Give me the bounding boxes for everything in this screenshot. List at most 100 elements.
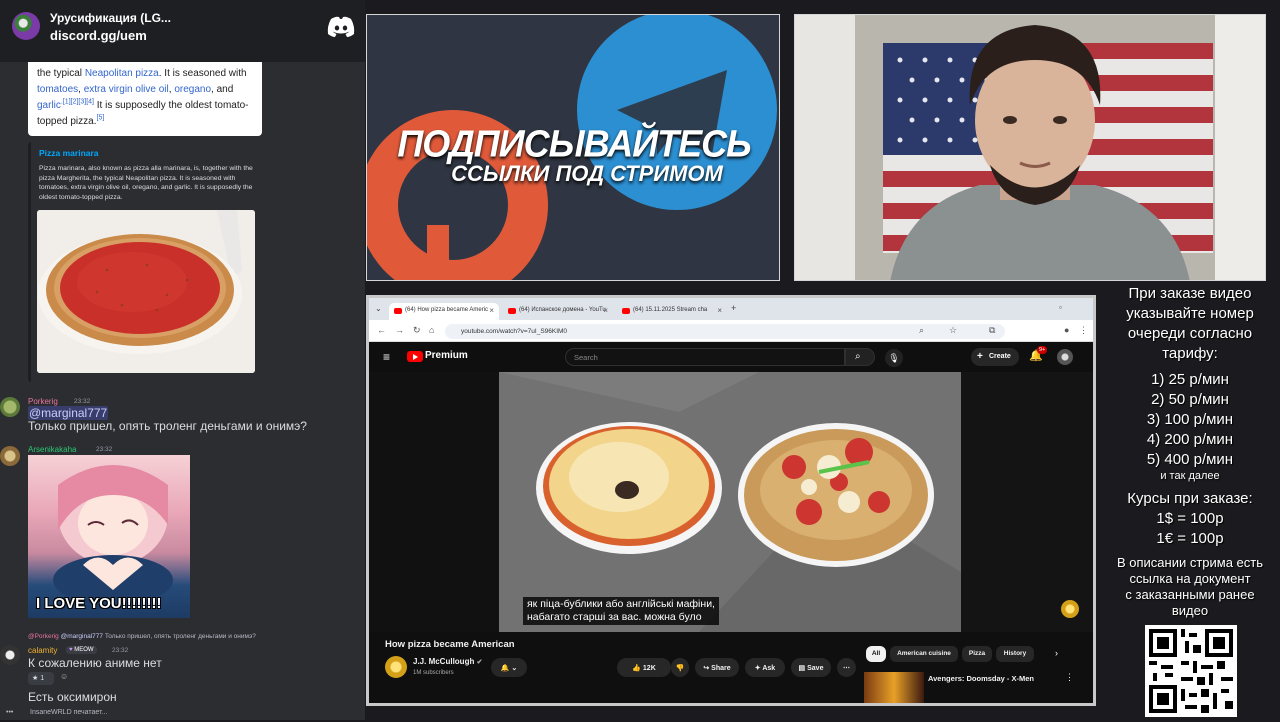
- video-title: How pizza became American: [385, 639, 515, 650]
- pizza-marinara-image[interactable]: [37, 210, 255, 373]
- zoom-icon[interactable]: ⌕: [919, 325, 924, 336]
- youtube-favicon-icon: [622, 308, 630, 314]
- video-player[interactable]: як піца-бублики або англійські мафіни, н…: [499, 372, 961, 632]
- chevron-right-icon[interactable]: ›: [1055, 648, 1058, 658]
- message-time: 23:32: [74, 398, 91, 405]
- server-invite-link[interactable]: discord.gg/uem: [50, 28, 147, 43]
- hamburger-menu-icon[interactable]: ≡: [383, 350, 390, 364]
- plus-icon: +: [977, 351, 983, 362]
- user-tag: ♥ MEOW: [66, 646, 97, 654]
- username[interactable]: calamity: [28, 646, 57, 655]
- reaction[interactable]: ★ 1: [28, 672, 54, 685]
- tab-list-icon[interactable]: ⌄: [375, 304, 382, 313]
- bell-icon: 🔔: [500, 665, 510, 672]
- reply-preview[interactable]: @Porkerig @marginal777 Только пришел, оп…: [28, 633, 256, 640]
- description-note: видео: [1171, 603, 1209, 618]
- profile-icon[interactable]: ●: [1064, 325, 1069, 335]
- wiki-link-garlic[interactable]: garlic: [37, 100, 61, 111]
- promo-subtitle: ССЫЛКИ ПОД СТРИМОМ: [451, 161, 723, 186]
- new-tab-icon[interactable]: +: [731, 303, 736, 313]
- share-button[interactable]: ↪ Share: [695, 658, 739, 677]
- more-actions-button[interactable]: ⋯: [837, 658, 856, 677]
- recommended-video-title[interactable]: Avengers: Doomsday - X-Men: [928, 674, 1034, 683]
- account-avatar[interactable]: [1057, 349, 1073, 365]
- dislike-button[interactable]: 👎: [671, 658, 689, 677]
- server-header[interactable]: Урусификация (LG... discord.gg/uem: [0, 0, 365, 62]
- user-avatar[interactable]: [0, 645, 20, 665]
- sparkle-icon: ✦: [754, 665, 761, 672]
- minimize-icon[interactable]: ▫: [1059, 303, 1062, 312]
- wiki-link-neapolitan[interactable]: Neapolitan pizza: [85, 68, 159, 79]
- close-tab-icon[interactable]: ×: [717, 306, 722, 315]
- chip-all[interactable]: All: [866, 646, 886, 662]
- chip-pizza[interactable]: Pizza: [962, 646, 992, 662]
- channel-name[interactable]: J.J. McCullough ✔: [413, 657, 482, 666]
- rates-title: Курсы при заказе:: [1127, 490, 1253, 507]
- discord-logo-icon: [327, 16, 355, 37]
- forward-icon[interactable]: →: [395, 325, 404, 335]
- home-icon[interactable]: ⌂: [429, 325, 434, 335]
- tab-stream-chat[interactable]: (64) 15.11.2025 Stream cha ×: [617, 303, 727, 320]
- search-input[interactable]: Search: [565, 348, 845, 366]
- channel-avatar[interactable]: [385, 656, 407, 678]
- back-icon[interactable]: ←: [377, 325, 386, 335]
- add-reaction-icon[interactable]: ☺: [60, 672, 74, 685]
- wiki-link-olive-oil[interactable]: extra virgin olive oil: [84, 84, 169, 95]
- description-note: ссылка на документ: [1129, 571, 1251, 586]
- youtube-premium-logo[interactable]: Premium: [425, 350, 468, 361]
- tariff-line: 2) 50 р/мин: [1151, 391, 1229, 408]
- youtube-favicon-icon: [508, 308, 516, 314]
- rate-line: 1$ = 100р: [1156, 510, 1224, 527]
- create-button[interactable]: + Create: [971, 348, 1019, 366]
- link-embed: Pizza marinara Pizza marinara, also know…: [28, 142, 262, 382]
- like-button[interactable]: 👍 12K: [617, 658, 671, 677]
- subscriber-count: 1M subscribers: [413, 670, 454, 676]
- info-intro-line: тарифу:: [1162, 345, 1218, 362]
- save-button[interactable]: ▤ Save: [791, 658, 831, 677]
- info-intro-line: При заказе видео: [1128, 285, 1252, 302]
- bookmark-star-icon[interactable]: ☆: [949, 325, 957, 336]
- message-time: 23:32: [112, 647, 129, 654]
- tab-second-video[interactable]: (64) Испанское домена - YouTu ×: [503, 303, 613, 320]
- description-note: с заказанными ранее: [1125, 587, 1255, 602]
- player-letterbox-right: [961, 372, 1093, 632]
- anime-gif[interactable]: I LOVE YOU!!!!!!!!: [28, 455, 190, 618]
- reload-icon[interactable]: ↻: [413, 325, 421, 336]
- wiki-link-oregano[interactable]: oregano: [174, 84, 211, 95]
- username[interactable]: Arsenikakaha: [28, 445, 76, 454]
- emoji-icon: ★: [32, 675, 39, 682]
- typing-indicator: InsaneWRLD печатает...: [30, 709, 108, 716]
- tariff-line: 3) 100 р/мин: [1146, 411, 1234, 428]
- tab-pizza-video[interactable]: (64) How pizza became Americ ×: [389, 303, 499, 320]
- user-avatar[interactable]: [0, 397, 20, 417]
- close-tab-icon[interactable]: ×: [603, 306, 608, 315]
- recommended-video-thumbnail[interactable]: [864, 672, 924, 703]
- menu-icon[interactable]: ⋮: [1079, 325, 1088, 336]
- chip-history[interactable]: History: [996, 646, 1034, 662]
- notification-badge: 9+: [1037, 346, 1048, 354]
- info-intro-line: очереди согласно: [1127, 325, 1253, 342]
- embed-title[interactable]: Pizza marinara: [39, 148, 99, 158]
- save-icon: ▤: [798, 665, 806, 672]
- tariff-line: 4) 200 р/мин: [1146, 431, 1234, 448]
- channel-watermark-icon[interactable]: [1061, 600, 1079, 618]
- more-vertical-icon[interactable]: ⋮: [1065, 672, 1074, 683]
- microphone-icon[interactable]: 🎙: [885, 349, 903, 367]
- username[interactable]: Porkerig: [28, 397, 58, 406]
- tariff-etc: и так далее: [1160, 470, 1220, 482]
- extensions-icon[interactable]: ⧉: [989, 325, 995, 336]
- wiki-link-tomatoes[interactable]: tomatoes: [37, 84, 78, 95]
- verified-check-icon: ✔: [476, 659, 483, 666]
- chip-american-cuisine[interactable]: American cuisine: [890, 646, 958, 662]
- search-button[interactable]: ⌕: [845, 348, 875, 366]
- message-mention[interactable]: @marginal777: [28, 406, 109, 420]
- info-intro-line: указывайте номер: [1126, 305, 1254, 322]
- user-avatar[interactable]: [0, 446, 20, 466]
- ask-button[interactable]: ✦ Ask: [745, 658, 785, 677]
- chevron-down-icon: ⌄: [511, 665, 518, 672]
- thumbs-down-icon: 👎: [675, 665, 685, 672]
- notification-bell-button[interactable]: 🔔 ⌄: [491, 658, 527, 677]
- search-icon: ⌕: [855, 351, 861, 362]
- close-tab-icon[interactable]: ×: [489, 306, 494, 315]
- youtube-logo-icon[interactable]: [407, 351, 423, 362]
